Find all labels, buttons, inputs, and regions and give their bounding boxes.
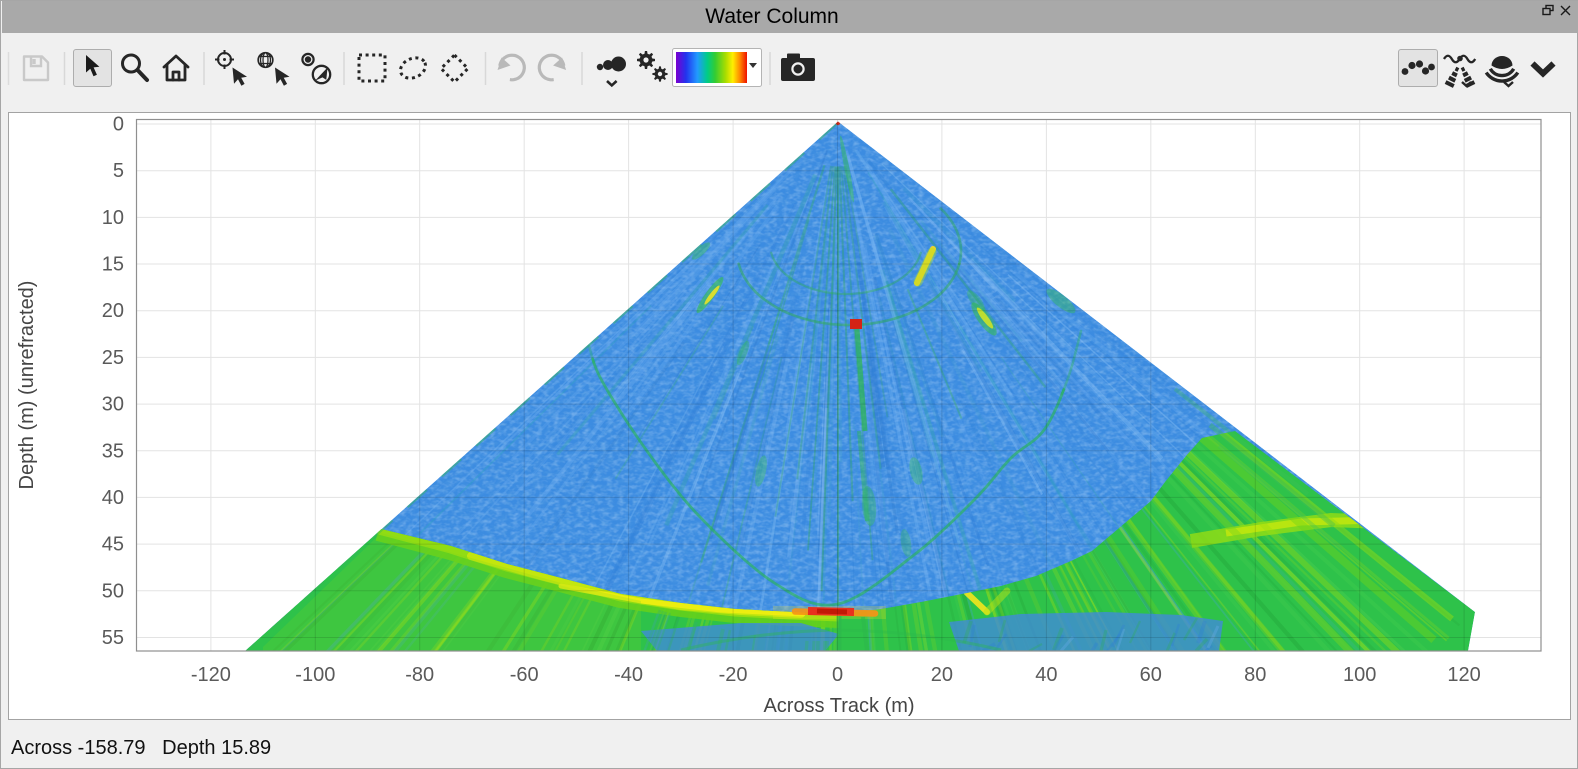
svg-text:Depth (m) (unrefracted): Depth (m) (unrefracted) [16, 281, 38, 490]
svg-text:15: 15 [102, 254, 124, 276]
svg-text:5: 5 [113, 160, 124, 182]
svg-text:35: 35 [102, 440, 124, 462]
svg-text:30: 30 [102, 394, 124, 416]
svg-text:-80: -80 [405, 664, 434, 686]
svg-text:-20: -20 [719, 664, 748, 686]
svg-text:25: 25 [102, 347, 124, 369]
svg-text:100: 100 [1343, 664, 1376, 686]
svg-text:20: 20 [931, 664, 953, 686]
svg-text:55: 55 [102, 627, 124, 649]
svg-text:80: 80 [1244, 664, 1266, 686]
svg-text:40: 40 [1035, 664, 1057, 686]
svg-text:40: 40 [102, 487, 124, 509]
svg-text:Across Track (m): Across Track (m) [763, 695, 914, 717]
svg-text:-120: -120 [191, 664, 231, 686]
svg-text:0: 0 [832, 664, 843, 686]
svg-text:20: 20 [102, 300, 124, 322]
svg-text:-100: -100 [295, 664, 335, 686]
svg-text:0: 0 [113, 114, 124, 136]
svg-text:45: 45 [102, 534, 124, 556]
svg-text:-60: -60 [510, 664, 539, 686]
svg-text:60: 60 [1140, 664, 1162, 686]
svg-text:120: 120 [1447, 664, 1480, 686]
svg-text:50: 50 [102, 580, 124, 602]
svg-text:10: 10 [102, 207, 124, 229]
svg-text:-40: -40 [614, 664, 643, 686]
